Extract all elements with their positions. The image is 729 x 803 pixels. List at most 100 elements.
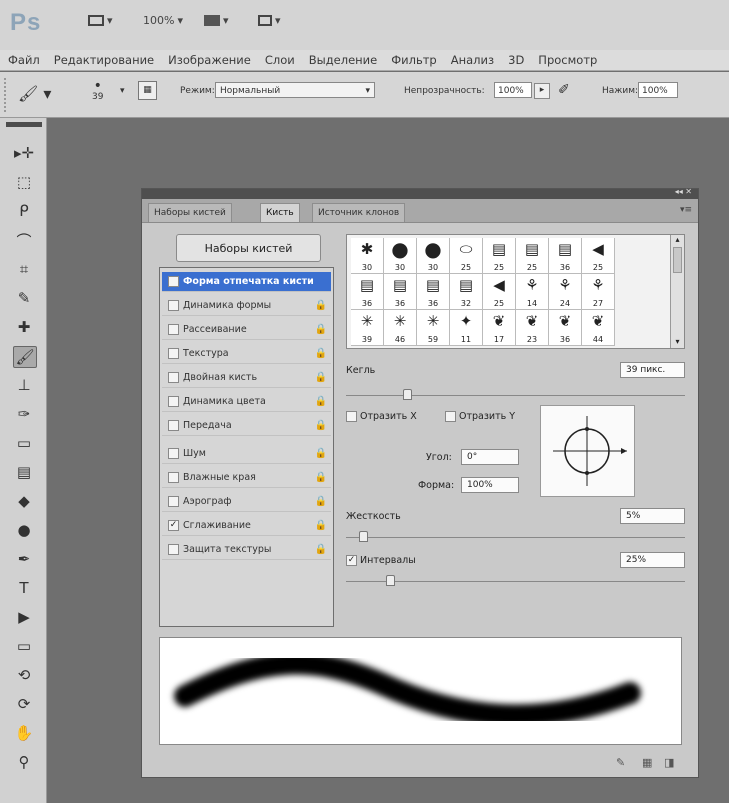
lock-icon[interactable]: 🔒 [315,300,327,311]
tool-gradient[interactable]: ▤ [13,462,35,482]
brush-option-0[interactable]: Форма отпечатка кисти [162,272,331,292]
spacing-slider-thumb[interactable] [386,575,396,586]
tab-brush[interactable]: Кисть [260,203,300,222]
hardness-slider-thumb[interactable] [358,531,368,542]
tools-panel-header[interactable] [6,122,42,127]
lock-icon[interactable]: 🔒 [315,448,327,459]
brush-option-1[interactable]: Динамика формы 🔒 [162,296,331,316]
spacing-slider[interactable] [346,581,685,582]
menu-item-3[interactable]: Слои [265,53,295,67]
brush-tip[interactable]: ⚘ 27 [582,274,615,310]
brush-tip[interactable]: ▤ 25 [516,238,549,274]
zoom-level-select[interactable]: 100% ▾ [143,14,183,27]
brush-tip[interactable]: ▤ 36 [351,274,384,310]
brush-option-8[interactable]: Влажные края 🔒 [162,468,331,488]
pressure-opacity-button[interactable]: ✐ [558,82,578,100]
lock-icon[interactable]: 🔒 [315,520,327,531]
lock-icon[interactable]: 🔒 [315,544,327,555]
lock-icon[interactable]: 🔒 [315,496,327,507]
hardness-input[interactable]: 5% [620,508,685,524]
tool-path-select[interactable]: ▶ [13,607,35,627]
lock-icon[interactable]: 🔒 [315,372,327,383]
brush-option-checkbox[interactable] [168,448,179,459]
tool-dodge[interactable]: ● [13,520,35,540]
tool-3d-orbit[interactable]: ⟳ [13,694,35,714]
brush-tip[interactable]: ✦ 11 [450,310,483,346]
brush-option-checkbox[interactable] [168,544,179,555]
panel-menu-icon[interactable]: ▾≡ [680,205,692,215]
brush-option-6[interactable]: Передача 🔒 [162,416,331,436]
panel-title-bar[interactable]: ◂◂ ✕ [142,187,698,199]
brush-tip[interactable]: ❦ 36 [549,310,582,346]
brush-tip[interactable]: ▤ 36 [417,274,450,310]
arrange-documents-button[interactable]: ▾ [204,14,229,27]
tool-blur[interactable]: ◆ [13,491,35,511]
lock-icon[interactable]: 🔒 [315,348,327,359]
menu-item-4[interactable]: Выделение [309,53,378,67]
brush-tip[interactable]: ✳ 59 [417,310,450,346]
brush-preset-picker[interactable]: • 39 [92,79,103,102]
menu-item-1[interactable]: Редактирование [54,53,154,67]
brush-option-5[interactable]: Динамика цвета 🔒 [162,392,331,412]
menu-item-7[interactable]: 3D [508,53,524,67]
brush-tip[interactable]: ▤ 36 [384,274,417,310]
menu-item-6[interactable]: Анализ [451,53,494,67]
brush-tip[interactable]: ⚘ 14 [516,274,549,310]
opacity-input[interactable]: 100% [494,82,532,98]
brush-tip[interactable]: ● 30 [417,237,450,274]
menu-item-8[interactable]: Просмотр [538,53,597,67]
brush-picker-arrow[interactable]: ▾ [120,86,125,96]
screen-mode-button[interactable]: ▾ [258,14,281,27]
lock-icon[interactable]: 🔒 [315,420,327,431]
brush-tip[interactable]: ◀ 25 [483,274,516,310]
menu-item-0[interactable]: Файл [8,53,40,67]
opacity-slider-button[interactable]: ▸ [534,83,550,99]
brush-option-checkbox[interactable] [168,300,179,311]
brush-tip[interactable]: ▤ 25 [483,238,516,274]
spacing-checkbox[interactable]: ✓ Интервалы [346,555,416,566]
launch-bridge-button[interactable]: ▾ [88,14,113,27]
blend-mode-select[interactable]: Нормальный ▾ [215,82,375,98]
lock-icon[interactable]: 🔒 [315,472,327,483]
toggle-live-tip-icon[interactable]: ✎ [616,756,625,769]
tool-marquee[interactable]: ⬚ [13,172,35,192]
tool-type[interactable]: T [13,578,35,598]
brush-option-4[interactable]: Двойная кисть 🔒 [162,368,331,388]
tool-eyedropper[interactable]: ✎ [13,288,35,308]
tool-quick-select[interactable]: ⌒ [13,230,35,250]
tool-brush[interactable]: 🖌 [13,346,37,368]
brush-presets-button[interactable]: Наборы кистей [176,234,321,262]
tool-shape[interactable]: ▭ [13,636,35,656]
brush-tip[interactable]: ◀ 25 [582,238,615,274]
brush-option-checkbox[interactable] [168,496,179,507]
tool-eraser[interactable]: ▭ [13,433,35,453]
brush-option-10[interactable]: ✓ Сглаживание 🔒 [162,516,331,536]
tab-brush-presets[interactable]: Наборы кистей [148,203,232,222]
brush-tip[interactable]: ❦ 44 [582,310,615,346]
flip-x-checkbox[interactable]: Отразить X [346,411,417,422]
brush-option-checkbox[interactable] [168,472,179,483]
flip-y-checkbox[interactable]: Отразить Y [445,411,515,422]
brush-tip[interactable]: ✳ 46 [384,310,417,346]
brush-tip[interactable]: ⬭ 25 [450,238,483,274]
tool-3d-rotate[interactable]: ⟲ [13,665,35,685]
brush-option-checkbox[interactable] [168,276,179,287]
roundness-input[interactable]: 100% [461,477,519,493]
tool-healing[interactable]: ✚ [13,317,35,337]
brush-grid-scrollbar[interactable]: ▴ ▾ [670,235,684,348]
brush-option-checkbox[interactable] [168,324,179,335]
brush-tip[interactable]: ● 30 [384,237,417,274]
size-input[interactable]: 39 пикс. [620,362,685,378]
hardness-slider[interactable] [346,537,685,538]
brush-option-9[interactable]: Аэрограф 🔒 [162,492,331,512]
brush-option-3[interactable]: Текстура 🔒 [162,344,331,364]
toggle-brush-panel-button[interactable]: ▦ [138,81,157,100]
tool-preset-picker[interactable]: 🖌 ▾ [18,84,51,103]
spacing-input[interactable]: 25% [620,552,685,568]
brush-option-checkbox[interactable] [168,372,179,383]
tool-lasso[interactable]: ᑭ [13,201,35,221]
brush-option-checkbox[interactable] [168,348,179,359]
brush-tip[interactable]: ▤ 36 [549,238,582,274]
tool-stamp[interactable]: ⊥ [13,375,35,395]
brush-tip[interactable]: ✳ 39 [351,310,384,346]
